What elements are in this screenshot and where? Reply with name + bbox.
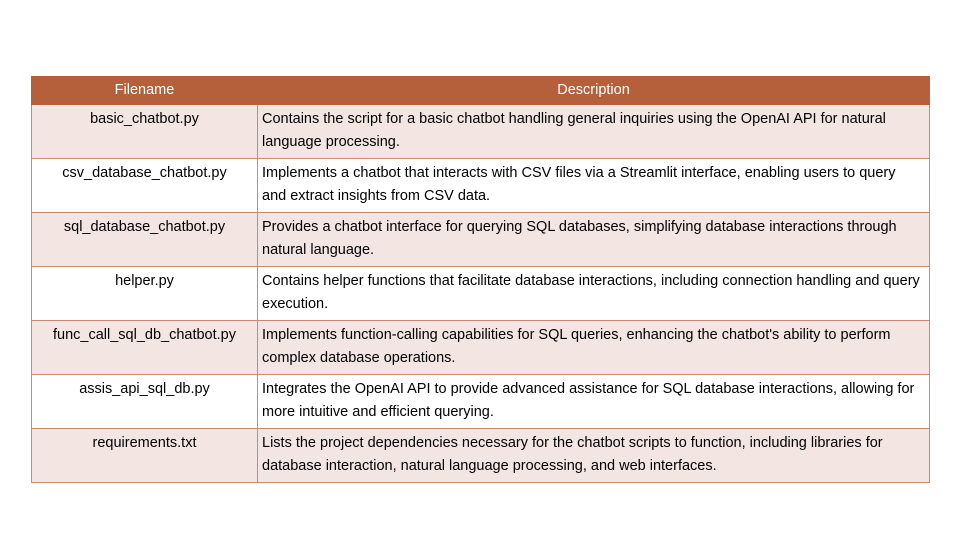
filename-cell: sql_database_chatbot.py — [31, 212, 258, 267]
description-column-header: Description — [257, 76, 930, 105]
description-cell: Contains helper functions that facilitat… — [257, 266, 930, 321]
file-description-table: Filename Description basic_chatbot.py Co… — [31, 76, 930, 483]
slide: Filename Description basic_chatbot.py Co… — [0, 0, 960, 540]
header-row: Filename Description — [31, 76, 930, 105]
filename-cell: csv_database_chatbot.py — [31, 158, 258, 213]
table-body: basic_chatbot.py Contains the script for… — [31, 104, 930, 483]
table-row: sql_database_chatbot.py Provides a chatb… — [31, 212, 930, 267]
table-header: Filename Description — [31, 76, 930, 105]
table-row: basic_chatbot.py Contains the script for… — [31, 104, 930, 159]
table-row: csv_database_chatbot.py Implements a cha… — [31, 158, 930, 213]
table-row: helper.py Contains helper functions that… — [31, 266, 930, 321]
filename-cell: func_call_sql_db_chatbot.py — [31, 320, 258, 375]
filename-column-header: Filename — [31, 76, 258, 105]
filename-cell: requirements.txt — [31, 428, 258, 483]
description-cell: Contains the script for a basic chatbot … — [257, 104, 930, 159]
filename-cell: basic_chatbot.py — [31, 104, 258, 159]
description-cell: Integrates the OpenAI API to provide adv… — [257, 374, 930, 429]
table-row: requirements.txt Lists the project depen… — [31, 428, 930, 483]
description-cell: Provides a chatbot interface for queryin… — [257, 212, 930, 267]
filename-cell: helper.py — [31, 266, 258, 321]
description-cell: Implements a chatbot that interacts with… — [257, 158, 930, 213]
table-row: func_call_sql_db_chatbot.py Implements f… — [31, 320, 930, 375]
description-cell: Lists the project dependencies necessary… — [257, 428, 930, 483]
filename-cell: assis_api_sql_db.py — [31, 374, 258, 429]
description-cell: Implements function-calling capabilities… — [257, 320, 930, 375]
table-row: assis_api_sql_db.py Integrates the OpenA… — [31, 374, 930, 429]
